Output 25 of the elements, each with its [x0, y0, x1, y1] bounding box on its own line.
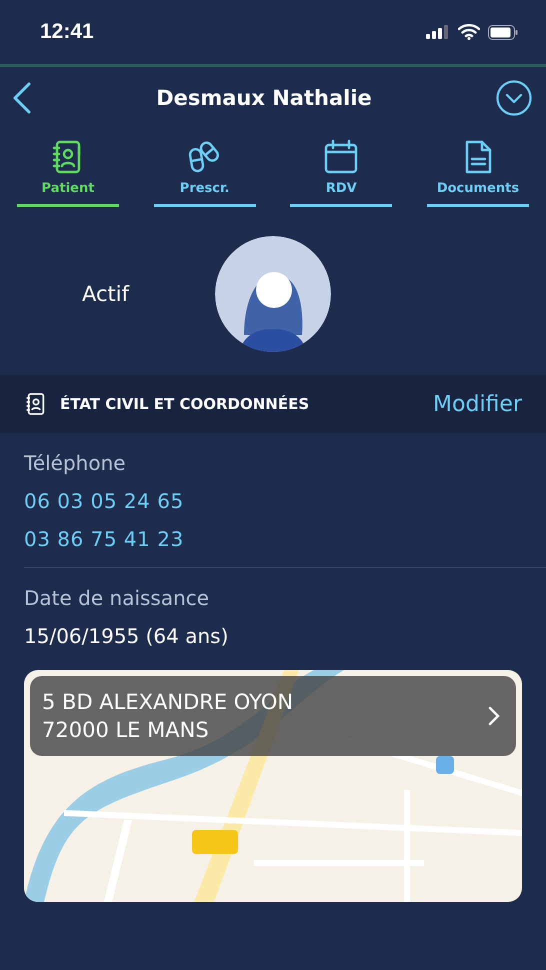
address-line: 5 BD ALEXANDRE OYON — [42, 689, 294, 716]
field-label: Téléphone — [24, 451, 127, 475]
field-label: Date de naissance — [24, 586, 210, 610]
patient-status: Actif — [82, 282, 130, 306]
field-value: 15/06/1955 (64 ans) — [24, 624, 230, 648]
tab[interactable]: Patient — [17, 139, 119, 207]
chevron-down-icon[interactable] — [496, 80, 532, 116]
tab[interactable]: Documents — [426, 139, 529, 207]
battery-icon — [488, 24, 518, 40]
wifi-icon — [458, 24, 480, 40]
avatar-icon — [214, 235, 332, 353]
chevron-right-icon — [488, 706, 500, 726]
phone-link[interactable]: 03 86 75 41 23 — [24, 527, 522, 551]
address-line: 72000 LE MANS — [42, 717, 210, 744]
calendar-icon — [323, 139, 360, 175]
status-time: 12:41 — [40, 20, 94, 44]
tab[interactable]: Prescr. — [154, 139, 256, 207]
tab[interactable]: RDV — [290, 139, 392, 207]
section-title: ÉTAT CIVIL ET COORDONNÉES — [60, 395, 310, 413]
address-banner[interactable]: 5 BD ALEXANDRE OYON 72000 LE MANS — [30, 676, 516, 756]
signal-icon — [426, 25, 450, 39]
phone-link[interactable]: 06 03 05 24 65 — [24, 489, 522, 513]
back-icon[interactable] — [12, 82, 32, 114]
edit-link[interactable]: Modifier — [433, 392, 522, 416]
patient-name: Desmaux Nathalie — [156, 86, 372, 110]
